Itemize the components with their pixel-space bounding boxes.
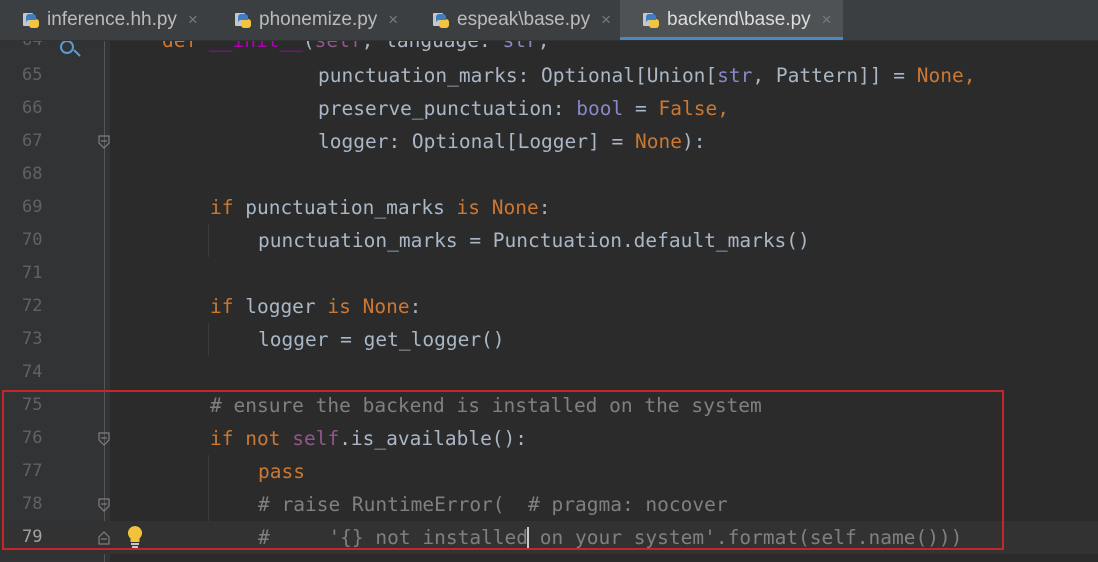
code-text: logger: Optional[Logger] = None): bbox=[318, 130, 706, 153]
code-text: if punctuation_marks is None: bbox=[210, 196, 551, 219]
line-number: 78 bbox=[22, 494, 43, 514]
code-line: 73 logger = get_logger() bbox=[0, 323, 1098, 356]
code-line: 65 punctuation_marks: Optional[Union[str… bbox=[0, 59, 1098, 92]
line-number: 65 bbox=[22, 65, 43, 85]
fold-marker-icon[interactable] bbox=[97, 432, 111, 446]
code-line: 72 if logger is None: bbox=[0, 290, 1098, 323]
code-text: punctuation_marks = Punctuation.default_… bbox=[258, 229, 810, 252]
tab-label: espeak\base.py bbox=[457, 9, 591, 30]
close-icon[interactable]: × bbox=[822, 10, 832, 30]
code-line-current: 79 # '{} not installed on your system'.f… bbox=[0, 521, 1098, 554]
code-comment: # raise RuntimeError( # pragma: nocover bbox=[258, 493, 728, 516]
line-number: 75 bbox=[22, 395, 43, 415]
code-text: pass bbox=[258, 460, 305, 483]
python-file-icon bbox=[23, 13, 39, 28]
line-number: 64 bbox=[22, 41, 62, 57]
tab-phonemize-py[interactable]: phonemize.py × bbox=[212, 0, 410, 40]
line-number: 66 bbox=[22, 98, 43, 118]
code-line: 68 bbox=[0, 158, 1098, 191]
tab-espeak-base-py[interactable]: espeak\base.py × bbox=[410, 0, 620, 40]
code-line: 70 punctuation_marks = Punctuation.defau… bbox=[0, 224, 1098, 257]
line-number: 71 bbox=[22, 263, 43, 283]
code-line: 64 def __init__(self, language: str, bbox=[0, 41, 1098, 57]
line-number: 74 bbox=[22, 362, 43, 382]
close-icon[interactable]: × bbox=[188, 10, 198, 30]
ide-window: inference.hh.py × phonemize.py × espeak\… bbox=[0, 0, 1098, 562]
code-comment[interactable]: # '{} not installed on your system'.form… bbox=[258, 521, 962, 554]
code-text: preserve_punctuation: bool = False, bbox=[318, 97, 729, 120]
code-line: 69 if punctuation_marks is None: bbox=[0, 191, 1098, 224]
line-number: 72 bbox=[22, 296, 43, 316]
tab-label: phonemize.py bbox=[259, 9, 378, 30]
line-number: 73 bbox=[22, 329, 43, 349]
tab-inference-hh-py[interactable]: inference.hh.py × bbox=[0, 0, 212, 40]
line-number: 69 bbox=[22, 197, 43, 217]
line-number: 67 bbox=[22, 131, 43, 151]
fold-marker-icon[interactable] bbox=[97, 498, 111, 512]
line-number: 68 bbox=[22, 164, 43, 184]
tab-label: backend\base.py bbox=[667, 9, 811, 30]
code-line: 77 pass bbox=[0, 455, 1098, 488]
python-file-icon bbox=[433, 13, 449, 28]
code-comment: # ensure the backend is installed on the… bbox=[210, 394, 762, 417]
code-text: if logger is None: bbox=[210, 295, 422, 318]
intention-bulb-icon[interactable] bbox=[126, 525, 144, 549]
editor-tab-bar: inference.hh.py × phonemize.py × espeak\… bbox=[0, 0, 1098, 41]
python-file-icon bbox=[235, 13, 251, 28]
python-file-icon bbox=[643, 13, 659, 28]
line-number: 77 bbox=[22, 461, 43, 481]
line-number: 76 bbox=[22, 428, 43, 448]
code-text: logger = get_logger() bbox=[258, 328, 505, 351]
code-text: if not self.is_available(): bbox=[210, 427, 528, 450]
line-number: 79 bbox=[22, 527, 43, 547]
close-icon[interactable]: × bbox=[388, 10, 398, 30]
run-gutter-icon[interactable] bbox=[60, 41, 82, 57]
code-text: def __init__(self, language: str, bbox=[162, 41, 550, 57]
fold-marker-icon[interactable] bbox=[97, 135, 111, 149]
code-line: 78 # raise RuntimeError( # pragma: nocov… bbox=[0, 488, 1098, 521]
fold-marker-icon[interactable] bbox=[97, 531, 111, 545]
code-line: 76 if not self.is_available(): bbox=[0, 422, 1098, 455]
code-line: 67 logger: Optional[Logger] = None): bbox=[0, 125, 1098, 158]
line-number: 70 bbox=[22, 230, 43, 250]
code-line: 66 preserve_punctuation: bool = False, bbox=[0, 92, 1098, 125]
tab-backend-base-py[interactable]: backend\base.py × bbox=[620, 0, 843, 40]
code-editor[interactable]: 64 def __init__(self, language: str, 65 … bbox=[0, 41, 1098, 562]
code-line: 74 bbox=[0, 356, 1098, 389]
tab-label: inference.hh.py bbox=[47, 9, 177, 30]
code-line: 75 # ensure the backend is installed on … bbox=[0, 389, 1098, 422]
code-text: punctuation_marks: Optional[Union[str, P… bbox=[318, 64, 976, 87]
code-line: 71 bbox=[0, 257, 1098, 290]
close-icon[interactable]: × bbox=[601, 10, 611, 30]
